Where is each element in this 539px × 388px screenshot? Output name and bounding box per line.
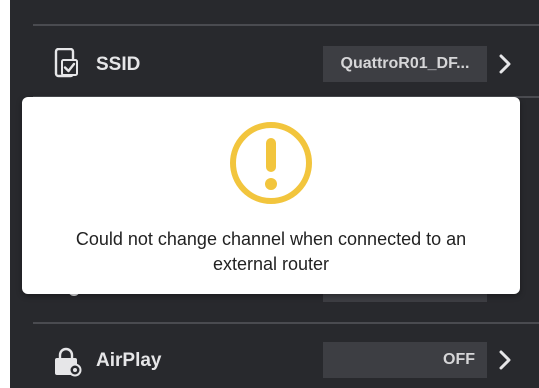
airplay-value[interactable]: OFF: [323, 342, 487, 378]
warning-circle-icon: [230, 122, 312, 204]
chevron-right-icon[interactable]: [494, 349, 516, 371]
airplay-label: AirPlay: [96, 350, 162, 371]
ssid-value[interactable]: QuattroR01_DF...: [323, 46, 487, 82]
airplay-lock-icon: [55, 347, 82, 377]
ssid-row[interactable]: SSID QuattroR01_DF...: [10, 30, 539, 100]
ssid-label: SSID: [96, 54, 141, 75]
chevron-right-icon[interactable]: [494, 53, 516, 75]
phone-check-icon: [54, 48, 78, 78]
airplay-row[interactable]: AirPlay OFF: [10, 326, 539, 388]
airplay-divider: [33, 322, 539, 324]
alert-dialog[interactable]: Could not change channel when connected …: [22, 97, 520, 294]
alert-message: Could not change channel when connected …: [75, 229, 467, 274]
top-divider: [33, 24, 539, 26]
